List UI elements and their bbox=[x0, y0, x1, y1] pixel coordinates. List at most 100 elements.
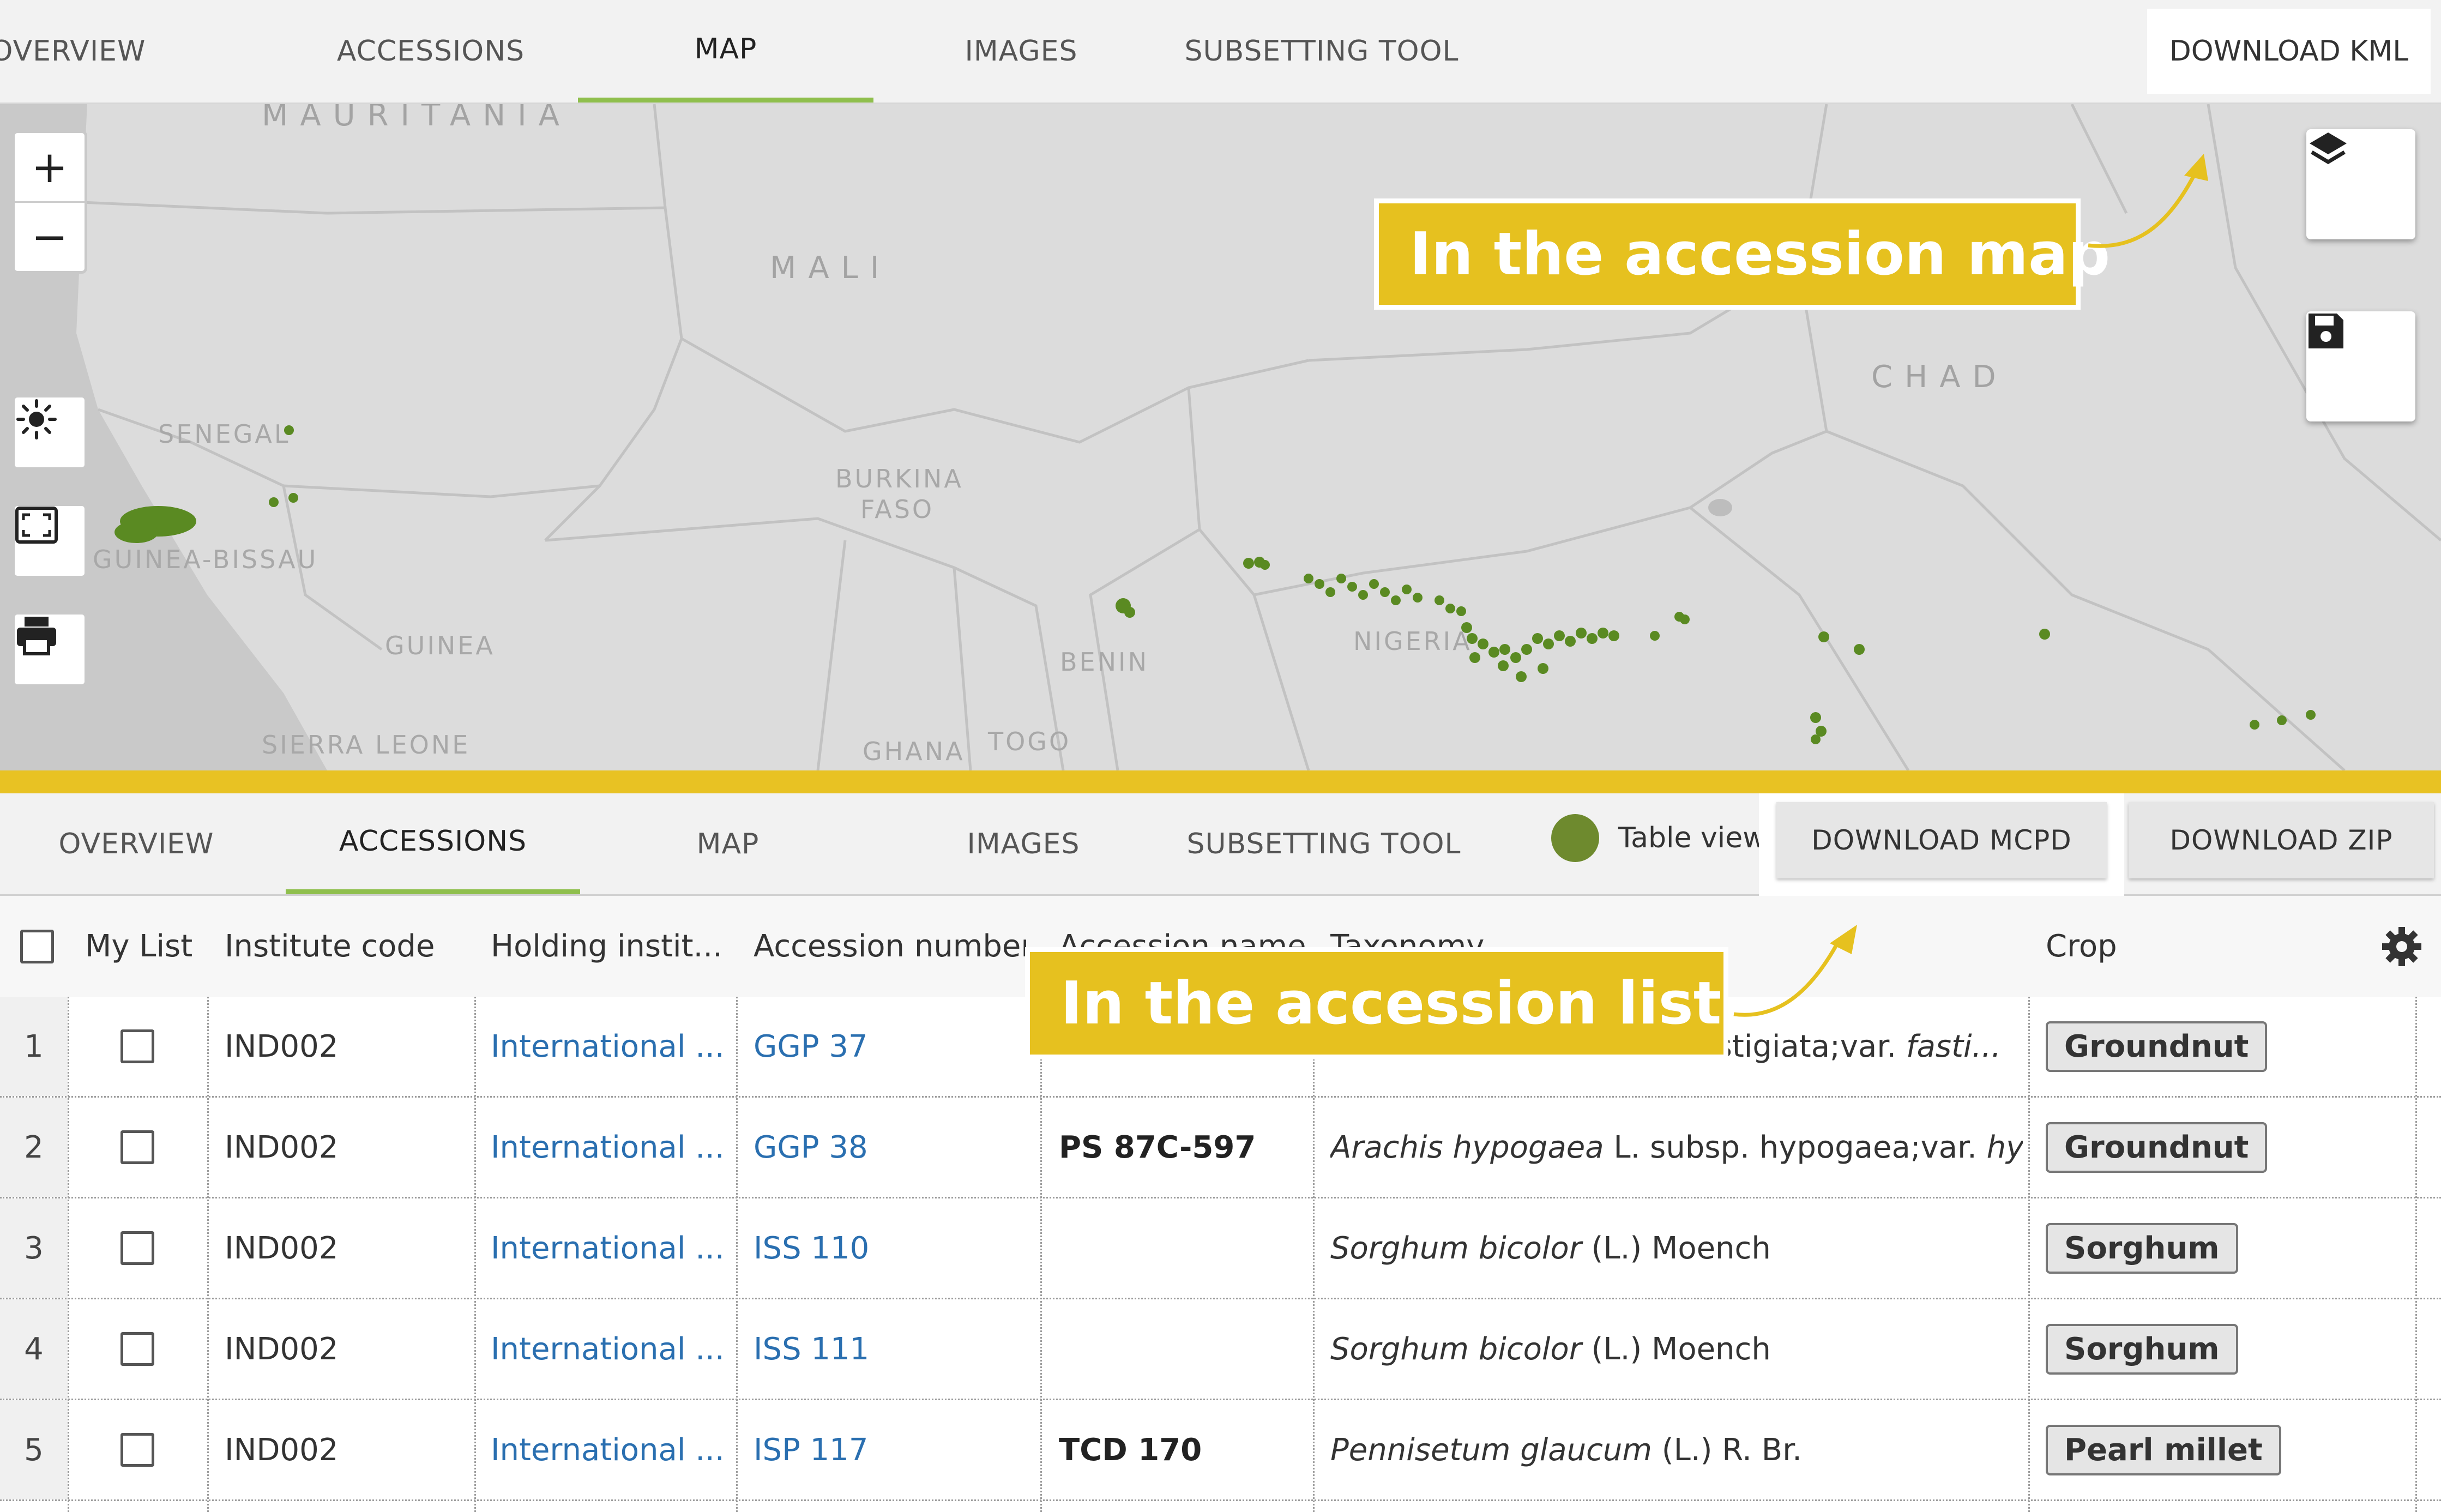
top-tab-bar: OVERVIEW ACCESSIONS MAP IMAGES SUBSETTIN… bbox=[0, 0, 2441, 104]
print-button[interactable] bbox=[12, 612, 87, 687]
column-header-crop[interactable]: Crop bbox=[2046, 896, 2264, 997]
my-list-cell[interactable] bbox=[68, 1400, 207, 1499]
holding-institute-link[interactable]: International ... bbox=[491, 1299, 731, 1399]
truncated-column-cell bbox=[2421, 1098, 2441, 1197]
my-list-checkbox[interactable] bbox=[120, 1231, 154, 1265]
accession-number-link[interactable]: ISP 117 bbox=[754, 1400, 1026, 1499]
taxonomy-species: Pennisetum glaucum bbox=[1330, 1432, 1652, 1468]
accession-name-cell: PS 87C-597 bbox=[1059, 1129, 1256, 1165]
tab-images[interactable]: IMAGES bbox=[873, 0, 1169, 103]
my-list-checkbox[interactable] bbox=[120, 1029, 154, 1063]
crop-badge: Sorghum bbox=[2046, 1222, 2238, 1274]
holding-institute-link[interactable]: International ... bbox=[491, 997, 731, 1096]
holding-institute-link[interactable]: International ... bbox=[491, 1198, 731, 1298]
zoom-out-button[interactable]: − bbox=[15, 203, 85, 271]
map-label-guinea-bissau: GUINEA-BISSAU bbox=[93, 545, 318, 574]
holding-institute-link[interactable]: International ... bbox=[491, 1098, 731, 1197]
download-mcpd-button[interactable]: DOWNLOAD MCPD bbox=[1776, 802, 2107, 878]
map-label-guinea: GUINEA bbox=[385, 631, 495, 660]
taxonomy-species: Arachis hypogaea bbox=[1330, 1129, 1604, 1165]
table-view-label: Table view bbox=[1618, 822, 1766, 854]
my-list-checkbox[interactable] bbox=[120, 1130, 154, 1164]
callout-accession-list: In the accession list bbox=[1025, 947, 1728, 1059]
callout-accession-map: In the accession map bbox=[1374, 198, 2110, 310]
tab-subsetting-tool[interactable]: SUBSETTING TOOL bbox=[1171, 793, 1476, 894]
table-view-toggle[interactable] bbox=[1551, 814, 1599, 862]
crop-cell: Pearl millet bbox=[2046, 1400, 2395, 1499]
print-icon bbox=[17, 617, 56, 655]
tab-map[interactable]: MAP bbox=[580, 793, 876, 894]
column-header-accession-number[interactable]: Accession number bbox=[754, 896, 1026, 997]
map-label-burkina: BURKINA bbox=[835, 464, 963, 493]
select-all-checkbox[interactable] bbox=[20, 929, 54, 963]
fullscreen-icon bbox=[15, 507, 58, 544]
my-list-cell[interactable] bbox=[68, 997, 207, 1096]
crop-cell: Sorghum bbox=[2046, 1198, 2395, 1298]
map-label-mauritania: MAURITANIA bbox=[262, 104, 571, 133]
table-row[interactable]: 3 IND002 International ... ISS 110 Sorghum b… bbox=[0, 1198, 2441, 1299]
fullscreen-button[interactable] bbox=[12, 503, 87, 579]
truncated-column-cell bbox=[2421, 997, 2441, 1096]
institute-code-cell: IND002 bbox=[225, 1129, 339, 1165]
taxonomy-detail: (L.) Moench bbox=[1591, 1230, 1771, 1266]
taxonomy-cell: Sorghum bicolor (L.) Moench bbox=[1330, 1299, 2023, 1399]
table-row[interactable]: 5 IND002 International ... ISP 117 TCD 170 Pe… bbox=[0, 1400, 2441, 1501]
sun-icon bbox=[16, 399, 57, 439]
truncated-column-cell bbox=[2421, 1299, 2441, 1399]
institute-code-cell: IND002 bbox=[225, 1028, 339, 1064]
accession-number-link[interactable]: ISS 110 bbox=[754, 1198, 1026, 1298]
basemap-toggle-button[interactable] bbox=[12, 395, 87, 470]
accession-markers bbox=[114, 425, 2316, 744]
column-header-institute-code[interactable]: Institute code bbox=[225, 896, 470, 997]
institute-code-cell: IND002 bbox=[225, 1432, 339, 1468]
tab-map[interactable]: MAP bbox=[578, 0, 873, 103]
map-label-sierra-leone: SIERRA LEONE bbox=[262, 730, 471, 760]
map-label-faso: FASO bbox=[860, 495, 935, 524]
download-kml-button[interactable]: DOWNLOAD KML bbox=[2147, 9, 2431, 94]
tab-overview[interactable]: OVERVIEW bbox=[0, 0, 145, 103]
select-all-cell[interactable] bbox=[10, 896, 64, 997]
tab-subsetting-tool[interactable]: SUBSETTING TOOL bbox=[1169, 0, 1474, 103]
my-list-cell[interactable] bbox=[68, 1198, 207, 1298]
accession-name-cell bbox=[1059, 1198, 1299, 1298]
my-list-checkbox[interactable] bbox=[120, 1433, 154, 1467]
table-row[interactable]: 4 IND002 International ... ISS 111 Sorghum b… bbox=[0, 1299, 2441, 1400]
map-label-mali: MALI bbox=[770, 250, 891, 286]
my-list-checkbox[interactable] bbox=[120, 1332, 154, 1366]
column-divider bbox=[207, 997, 209, 1512]
holding-institute-link[interactable]: International ... bbox=[491, 1400, 731, 1499]
tab-accessions[interactable]: ACCESSIONS bbox=[286, 793, 580, 894]
accession-number-link[interactable]: GGP 38 bbox=[754, 1098, 1026, 1197]
table-row[interactable]: 2 IND002 International ... GGP 38 PS 87C-597… bbox=[0, 1098, 2441, 1198]
my-list-cell[interactable] bbox=[68, 1098, 207, 1197]
accession-number-link[interactable]: ISS 111 bbox=[754, 1299, 1026, 1399]
my-list-cell[interactable] bbox=[68, 1299, 207, 1399]
tab-overview[interactable]: OVERVIEW bbox=[0, 793, 273, 894]
layers-button[interactable] bbox=[2306, 129, 2415, 239]
zoom-in-button[interactable]: + bbox=[15, 133, 85, 203]
crop-cell: Groundnut bbox=[2046, 997, 2395, 1096]
taxonomy-variety: hyp... bbox=[1986, 1129, 2023, 1165]
bottom-tab-bar: OVERVIEW ACCESSIONS MAP IMAGES SUBSETTIN… bbox=[0, 793, 2441, 896]
column-settings-button[interactable] bbox=[2377, 896, 2426, 997]
row-number: 3 bbox=[0, 1198, 68, 1298]
map-label-ghana: GHANA bbox=[863, 737, 965, 766]
column-divider bbox=[1040, 997, 1042, 1512]
accession-number-link[interactable]: GGP 37 bbox=[754, 997, 1026, 1096]
download-zip-button[interactable]: DOWNLOAD ZIP bbox=[2129, 802, 2434, 878]
taxonomy-detail: (L.) R. Br. bbox=[1661, 1432, 1802, 1468]
callout-map-arrow bbox=[2088, 154, 2208, 248]
taxonomy-cell: Sorghum bicolor (L.) Moench bbox=[1330, 1198, 2023, 1298]
institute-code-cell: IND002 bbox=[225, 1230, 339, 1266]
section-separator bbox=[0, 770, 2441, 793]
zoom-control: + − bbox=[12, 130, 87, 274]
map-label-togo: TOGO bbox=[988, 727, 1071, 756]
accession-name-cell: TCD 170 bbox=[1059, 1432, 1202, 1468]
column-header-holding-institute[interactable]: Holding instit... bbox=[491, 896, 731, 997]
tab-accessions[interactable]: ACCESSIONS bbox=[284, 0, 578, 103]
save-map-button[interactable] bbox=[2306, 311, 2415, 421]
crop-cell: Sorghum bbox=[2046, 1299, 2395, 1399]
tab-images[interactable]: IMAGES bbox=[876, 793, 1171, 894]
callout-list-arrow bbox=[1733, 925, 1857, 1017]
column-header-my-list[interactable]: My List bbox=[85, 896, 205, 997]
